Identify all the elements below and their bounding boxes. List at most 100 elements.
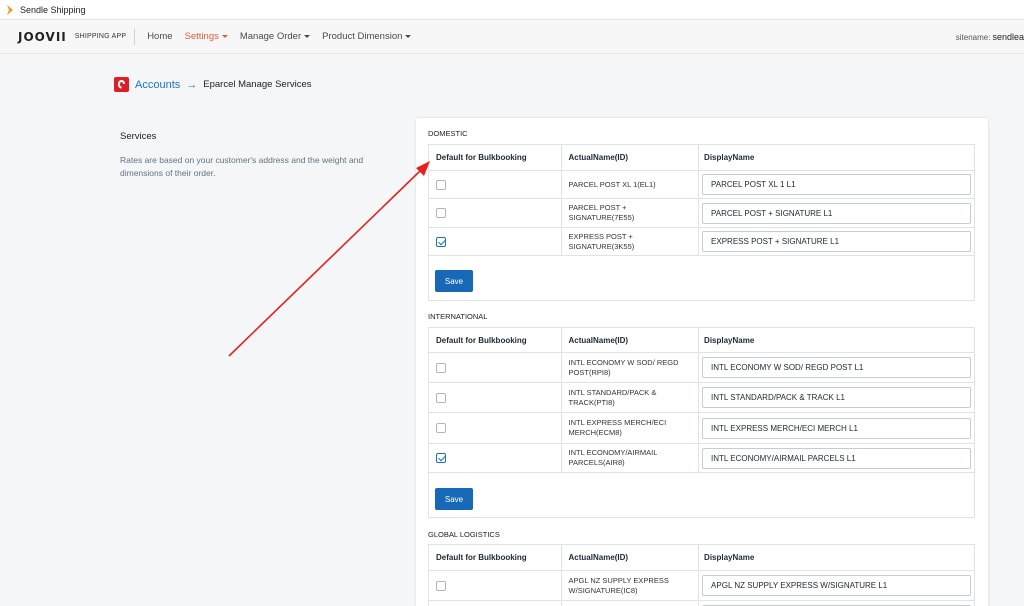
actual-name: PARCEL POST + SIGNATURE(7E55) [562,199,700,227]
save-button[interactable]: Save [435,270,473,292]
col-default: Default for Bulkbooking [429,328,562,352]
actual-name: EXPRESS POST + SIGNATURE(3K55) [562,228,700,255]
logo-subtitle: SHIPPING APP [75,28,136,45]
domestic-table: Default for Bulkbooking ActualName(ID) D… [428,144,975,301]
default-checkbox-checked[interactable] [436,236,446,247]
save-row: Save [429,473,974,517]
default-checkbox[interactable] [436,208,446,218]
default-checkbox[interactable] [436,580,446,591]
actual-name [562,601,700,606]
save-button[interactable]: Save [435,488,473,510]
default-checkbox[interactable] [436,392,446,403]
col-display: DisplayName [704,553,755,562]
default-checkbox[interactable] [436,423,446,433]
services-title: Services [120,131,157,142]
default-checkbox-checked[interactable] [436,453,446,463]
table-header: Default for Bulkbooking ActualName(ID) D… [429,545,974,571]
table-row: INTL ECONOMY W SOD/ REGD POST(RPI8) INTL… [429,353,974,383]
default-cell [429,601,562,606]
nav-settings-label: Settings [184,31,219,42]
display-cell: PARCEL POST + SIGNATURE L1 [699,199,974,227]
display-name-input[interactable]: INTL ECONOMY W SOD/ REGD POST L1 [702,357,971,378]
nav-settings[interactable]: Settings [185,31,228,42]
global-logistics-title: GLOBAL LOGISTICS [428,530,500,539]
table-row: PARCEL POST XL 1(EL1) PARCEL POST XL 1 L… [429,171,974,199]
col-actual: ActualName(ID) [562,328,700,352]
col-actual: ActualName(ID) [562,545,700,570]
nav-home[interactable]: Home [147,31,172,42]
col-display: DisplayName [704,335,755,345]
display-name-input[interactable]: PARCEL POST + SIGNATURE L1 [702,202,971,224]
nav-manage-order-label: Manage Order [239,31,302,42]
nav-manage-order[interactable]: Manage Order [239,31,311,42]
col-default: Default for Bulkbooking [429,145,562,170]
display-name-input[interactable]: INTL STANDARD/PACK & TRACK L1 [702,387,971,408]
sitename-label: sitename: [955,32,991,42]
caret-down-icon [304,35,311,38]
global-logistics-section: GLOBAL LOGISTICS [428,530,975,539]
table-header: Default for Bulkbooking ActualName(ID) D… [429,145,974,171]
annotation-arrow-line [228,170,421,357]
display-cell: INTL ECONOMY W SOD/ REGD POST L1 [699,353,974,382]
table-row: PARCEL POST + SIGNATURE(7E55) PARCEL POS… [429,199,974,228]
actual-name: PARCEL POST XL 1(EL1) [562,171,700,198]
domestic-title: DOMESTIC [428,129,468,138]
default-cell [429,571,562,600]
top-navbar: JOOVII SHIPPING APP Home Settings Manage… [0,20,1024,54]
default-cell [429,444,562,472]
chevron-right-icon [7,4,13,15]
save-row: Save [429,256,974,300]
default-cell [429,353,562,382]
breadcrumb-current: Eparcel Manage Services [203,79,312,90]
actual-name: APGL NZ SUPPLY EXPRESS W/SIGNATURE(IC8) [562,571,700,600]
display-cell: EXPRESS POST + SIGNATURE L1 [699,228,974,255]
international-title: INTERNATIONAL [428,312,488,321]
nav-product-dimension[interactable]: Product Dimension [322,31,412,42]
table-row [429,601,974,606]
display-cell [699,601,974,606]
actual-name: INTL ECONOMY/AIRMAIL PARCELS(AIR8) [562,444,700,472]
table-row: EXPRESS POST + SIGNATURE(3K55) EXPRESS P… [429,228,974,256]
display-name-input[interactable]: APGL NZ SUPPLY EXPRESS W/SIGNATURE L1 [702,575,971,596]
actual-name: INTL ECONOMY W SOD/ REGD POST(RPI8) [562,353,700,382]
global-logistics-table: Default for Bulkbooking ActualName(ID) D… [428,544,975,606]
display-name-input[interactable]: EXPRESS POST + SIGNATURE L1 [702,231,971,252]
default-checkbox[interactable] [436,362,446,373]
actual-name: INTL STANDARD/PACK & TRACK(PTI8) [562,383,700,412]
international-section: INTERNATIONAL [428,312,975,321]
domestic-section: DOMESTIC [428,129,975,138]
joovii-logo[interactable]: JOOVII [18,30,67,44]
table-row: INTL EXPRESS MERCH/ECI MERCH(ECM8) INTL … [429,413,974,444]
caret-down-icon [405,35,412,38]
auspost-logo-icon [114,77,129,92]
display-cell: INTL STANDARD/PACK & TRACK L1 [699,383,974,412]
international-table: Default for Bulkbooking ActualName(ID) D… [428,327,975,518]
logo-text: JOOVII [18,29,67,44]
default-checkbox[interactable] [436,179,446,190]
display-cell: APGL NZ SUPPLY EXPRESS W/SIGNATURE L1 [699,571,974,600]
default-cell [429,199,562,227]
col-display: DisplayName [704,153,755,162]
table-row: APGL NZ SUPPLY EXPRESS W/SIGNATURE(IC8) … [429,571,974,601]
table-row: INTL ECONOMY/AIRMAIL PARCELS(AIR8) INTL … [429,444,974,473]
actual-name: INTL EXPRESS MERCH/ECI MERCH(ECM8) [562,413,700,443]
display-cell: INTL ECONOMY/AIRMAIL PARCELS L1 [699,444,974,472]
display-name-input[interactable]: INTL ECONOMY/AIRMAIL PARCELS L1 [702,447,971,469]
display-name-input[interactable]: PARCEL POST XL 1 L1 [702,174,971,195]
nav-home-label: Home [147,31,173,42]
window-title: Sendle Shipping [20,4,86,15]
nav-product-dimension-label: Product Dimension [322,31,403,42]
default-cell [429,228,562,255]
breadcrumb-accounts-link[interactable]: Accounts [135,79,180,91]
default-cell [429,383,562,412]
services-description: Rates are based on your customer's addre… [120,155,364,178]
arrow-right-icon: → [186,78,198,91]
display-cell: PARCEL POST XL 1 L1 [699,171,974,198]
default-cell [429,171,562,198]
services-info: Services Rates are based on your custome… [120,131,390,180]
col-default: Default for Bulkbooking [429,545,562,570]
breadcrumb: Accounts → Eparcel Manage Services [114,77,312,92]
table-header: Default for Bulkbooking ActualName(ID) D… [429,328,974,353]
display-cell: INTL EXPRESS MERCH/ECI MERCH L1 [699,413,974,443]
display-name-input[interactable]: INTL EXPRESS MERCH/ECI MERCH L1 [702,417,971,439]
